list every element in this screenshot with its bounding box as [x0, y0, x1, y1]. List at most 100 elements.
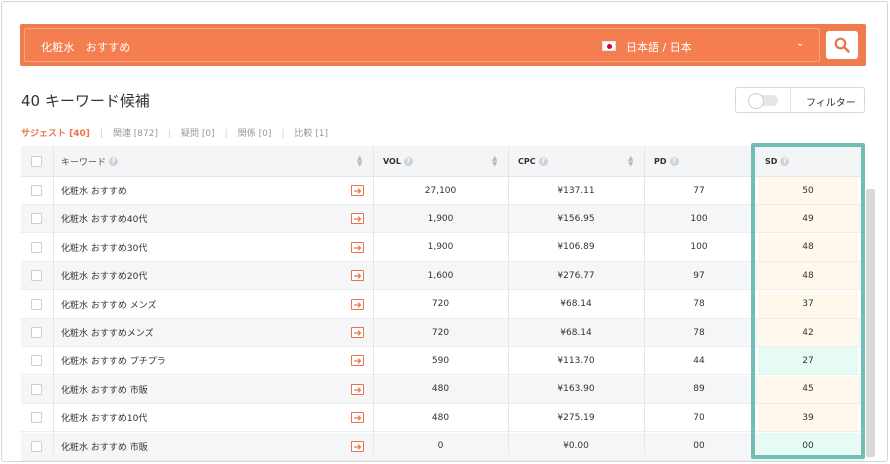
sort-icon[interactable]: ▲ ▼: [628, 155, 633, 168]
search-input[interactable]: 化粧水 おすすめ 日本語 / 日本 ⌄: [24, 28, 820, 62]
search-query: 化粧水 おすすめ: [41, 41, 131, 54]
sd-cell: 49: [758, 205, 858, 233]
language-select[interactable]: 日本語 / 日本: [626, 39, 692, 55]
cpc-cell: ¥68.14: [560, 327, 592, 338]
column-divider: [53, 146, 54, 454]
filter-button[interactable]: フィルター: [806, 94, 856, 109]
row-checkbox[interactable]: [31, 241, 42, 253]
external-link-icon[interactable]: [351, 355, 364, 367]
pd-cell: 70: [693, 412, 705, 423]
sd-cell: 00: [758, 432, 858, 460]
help-icon[interactable]: ?: [538, 156, 548, 166]
column-divider: [754, 146, 755, 454]
cpc-cell: ¥113.70: [557, 355, 595, 366]
keyword-cell[interactable]: 化粧水 おすすめ40代: [61, 205, 147, 232]
column-vol-label: VOL: [383, 156, 401, 166]
keyword-cell[interactable]: 化粧水 おすすめ20代: [61, 262, 147, 289]
vol-cell: 480: [431, 384, 450, 395]
search-button[interactable]: [826, 31, 858, 59]
vol-cell: 27,100: [424, 185, 457, 196]
app-frame: 化粧水 おすすめ 日本語 / 日本 ⌄ 40 キーワード候補 フィルター サジェ…: [1, 1, 888, 462]
tab-comparisons[interactable]: 比較 [1]: [294, 126, 328, 139]
row-checkbox[interactable]: [31, 355, 42, 367]
select-all-checkbox[interactable]: [31, 156, 42, 167]
cpc-cell: ¥275.19: [557, 412, 595, 423]
help-icon[interactable]: ?: [780, 156, 790, 166]
help-icon[interactable]: ?: [403, 156, 413, 166]
sd-cell: 27: [758, 347, 858, 375]
table-row[interactable]: 化粧水 おすすめ プチプラ 590 ¥113.70 44 27: [21, 347, 864, 376]
table-row[interactable]: 化粧水 おすすめ 市販 480 ¥163.90 89 45: [21, 375, 864, 404]
external-link-icon[interactable]: [351, 185, 364, 196]
vol-cell: 0: [437, 441, 444, 452]
external-link-icon[interactable]: [351, 412, 364, 424]
row-checkbox[interactable]: [31, 383, 42, 395]
external-link-icon[interactable]: [351, 213, 364, 225]
external-link-icon[interactable]: [351, 440, 364, 452]
row-checkbox[interactable]: [31, 298, 42, 310]
pd-cell: 100: [690, 242, 708, 253]
cpc-cell: ¥0.00: [563, 441, 589, 452]
search-bar: 化粧水 おすすめ 日本語 / 日本 ⌄: [20, 24, 866, 66]
column-vol[interactable]: VOL?: [383, 146, 413, 176]
tab-suggest[interactable]: サジェスト [40]: [21, 126, 90, 139]
keyword-cell[interactable]: 化粧水 おすすめ 市販: [61, 433, 148, 460]
keyword-cell[interactable]: 化粧水 おすすめ メンズ: [61, 291, 157, 318]
tab-divider: |: [281, 129, 285, 139]
external-link-icon[interactable]: [351, 270, 364, 282]
scrollbar[interactable]: [866, 189, 875, 457]
pd-cell: 89: [693, 384, 705, 395]
column-pd[interactable]: PD?: [654, 146, 679, 176]
row-checkbox[interactable]: [31, 327, 42, 338]
table-header: キーワード? ▲ ▼ VOL? ▲ ▼ CPC? ▲ ▼ PD? SD?: [21, 146, 864, 177]
row-checkbox[interactable]: [31, 213, 42, 225]
keyword-cell[interactable]: 化粧水 おすすめ プチプラ: [61, 347, 166, 374]
keyword-cell[interactable]: 化粧水 おすすめ10代: [61, 404, 147, 431]
help-icon[interactable]: ?: [109, 156, 119, 166]
row-checkbox[interactable]: [31, 440, 42, 452]
row-checkbox[interactable]: [31, 270, 42, 282]
sd-cell: 39: [758, 404, 858, 432]
divider: [790, 88, 791, 112]
vol-cell: 1,900: [427, 213, 454, 224]
table-row[interactable]: 化粧水 おすすめ 27,100 ¥137.11 77 50: [21, 177, 864, 205]
external-link-icon[interactable]: [351, 241, 364, 253]
column-keyword[interactable]: キーワード?: [61, 146, 119, 176]
pd-cell: 00: [693, 441, 705, 452]
sort-icon[interactable]: ▲ ▼: [357, 155, 362, 168]
tab-related[interactable]: 関連 [872]: [113, 126, 158, 139]
table-row[interactable]: 化粧水 おすすめ40代 1,900 ¥156.95 100 49: [21, 205, 864, 234]
vol-cell: 1,900: [427, 242, 454, 253]
cpc-cell: ¥137.11: [557, 185, 595, 196]
external-link-icon[interactable]: [351, 327, 364, 338]
sort-icon[interactable]: ▲ ▼: [492, 155, 497, 168]
tab-relations[interactable]: 関係 [0]: [238, 126, 272, 139]
table-row[interactable]: 化粧水 おすすめ 市販 0 ¥0.00 00 00: [21, 432, 864, 461]
table-row[interactable]: 化粧水 おすすめ10代 480 ¥275.19 70 39: [21, 404, 864, 433]
cpc-cell: ¥68.14: [560, 299, 592, 310]
keyword-cell[interactable]: 化粧水 おすすめメンズ: [61, 319, 154, 346]
keyword-cell[interactable]: 化粧水 おすすめ30代: [61, 234, 147, 261]
column-cpc-label: CPC: [518, 156, 536, 166]
tab-questions[interactable]: 疑問 [0]: [181, 126, 215, 139]
chevron-down-icon[interactable]: ⌄: [796, 38, 804, 49]
table-row[interactable]: 化粧水 おすすめ メンズ 720 ¥68.14 78 37: [21, 290, 864, 319]
keyword-cell[interactable]: 化粧水 おすすめ: [61, 177, 127, 204]
column-cpc[interactable]: CPC?: [518, 146, 548, 176]
help-icon[interactable]: ?: [669, 156, 679, 166]
keyword-cell[interactable]: 化粧水 おすすめ 市販: [61, 376, 148, 403]
row-checkbox[interactable]: [31, 412, 42, 424]
column-keyword-label: キーワード: [61, 157, 107, 168]
table-row[interactable]: 化粧水 おすすめ20代 1,600 ¥276.77 97 48: [21, 262, 864, 291]
row-checkbox[interactable]: [31, 185, 42, 196]
vol-cell: 590: [431, 355, 450, 366]
column-sd[interactable]: SD?: [765, 146, 790, 176]
cpc-cell: ¥163.90: [557, 384, 595, 395]
filter-toggle[interactable]: [748, 93, 778, 109]
external-link-icon[interactable]: [351, 298, 364, 310]
table-row[interactable]: 化粧水 おすすめ30代 1,900 ¥106.89 100 48: [21, 233, 864, 262]
table-row[interactable]: 化粧水 おすすめメンズ 720 ¥68.14 78 42: [21, 319, 864, 347]
pd-cell: 97: [693, 270, 705, 281]
external-link-icon[interactable]: [351, 383, 364, 395]
cpc-cell: ¥156.95: [557, 213, 595, 224]
